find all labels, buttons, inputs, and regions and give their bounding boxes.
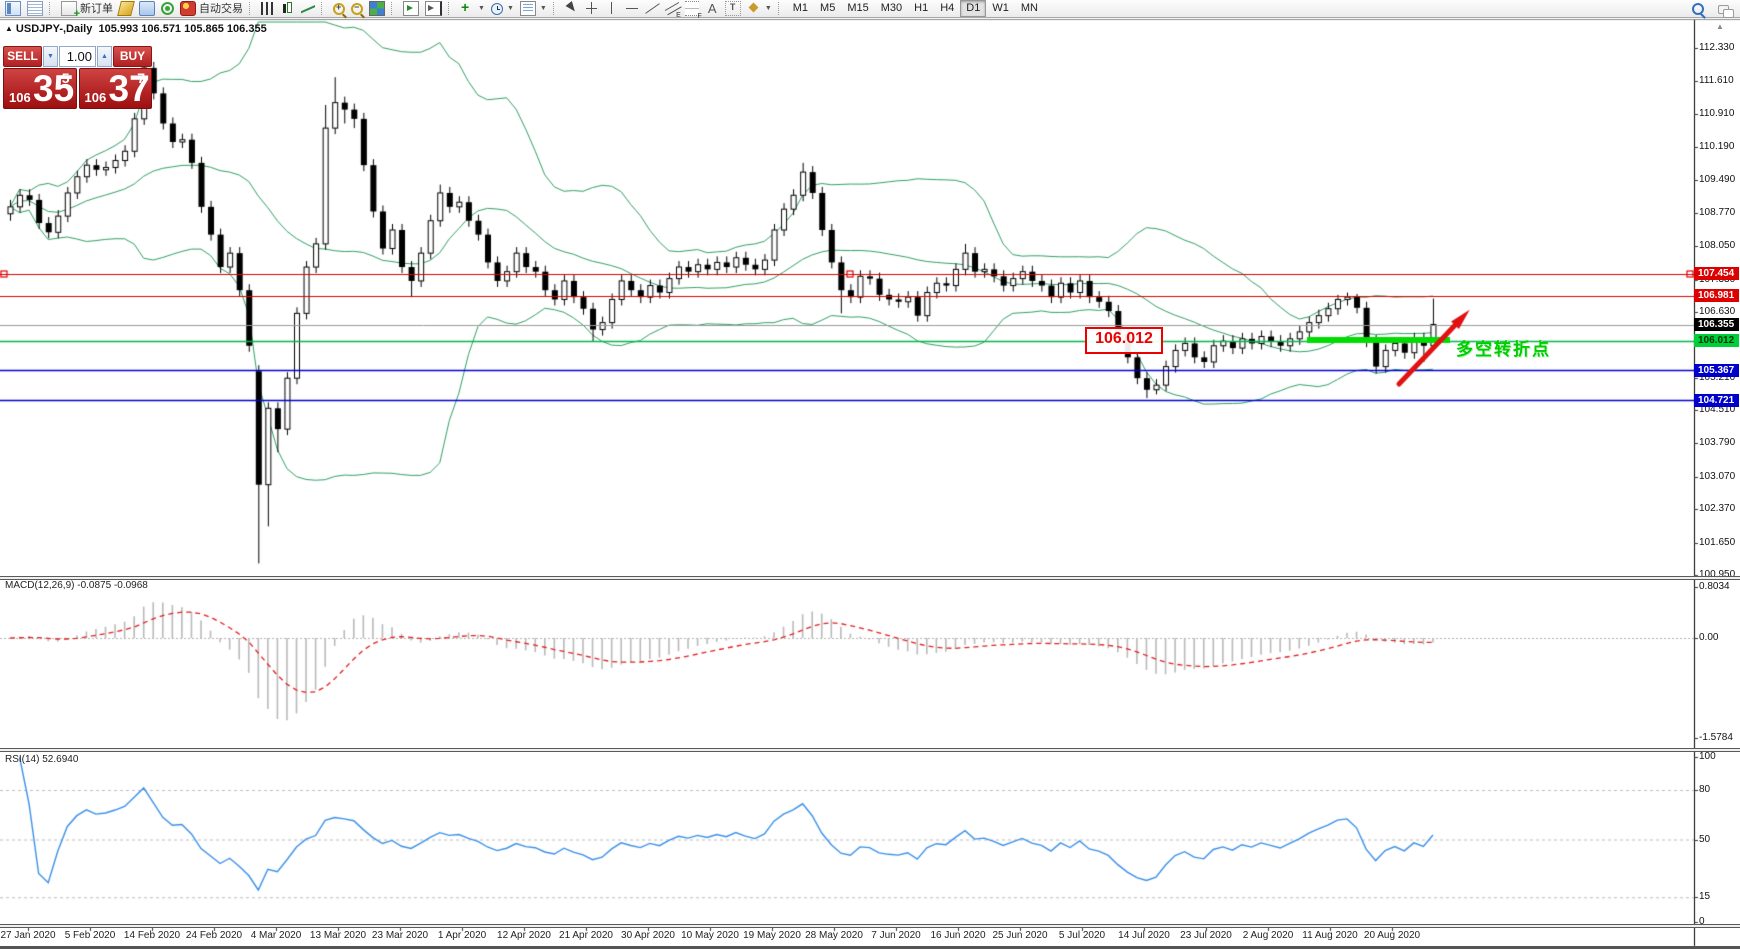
sell-price-figure: 106 bbox=[9, 91, 31, 104]
one-click-trading-panel: SELL ▼ 1.00 ▲ BUY 106 35 5 106 37 7 bbox=[3, 46, 152, 109]
volume-increase-button[interactable]: ▲ bbox=[97, 46, 112, 67]
sell-price-button[interactable]: 106 35 5 bbox=[3, 68, 77, 109]
sell-button[interactable]: SELL bbox=[3, 46, 42, 67]
chart-canvas[interactable] bbox=[0, 0, 1740, 949]
buy-price-pip: 7 bbox=[137, 71, 145, 85]
buy-price-figure: 106 bbox=[85, 91, 107, 104]
mt4-terminal-window: 新订单自动交易▼▼▼▼M1M5M15M30H1H4D1W1MN ▲USDJPY-… bbox=[0, 0, 1740, 949]
buy-price-button[interactable]: 106 37 7 bbox=[79, 68, 153, 109]
sell-price-pip: 5 bbox=[62, 71, 70, 85]
volume-input[interactable]: 1.00 bbox=[59, 46, 96, 67]
volume-decrease-button[interactable]: ▼ bbox=[43, 46, 58, 67]
buy-button[interactable]: BUY bbox=[113, 46, 152, 67]
